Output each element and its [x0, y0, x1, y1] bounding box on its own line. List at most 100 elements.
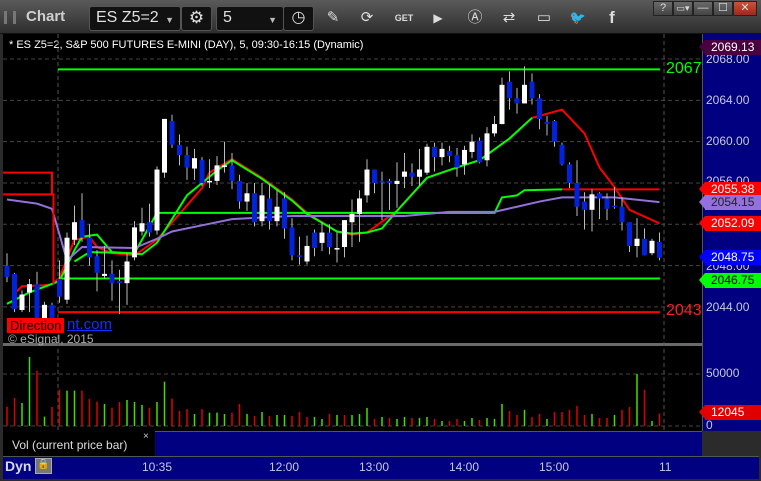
candle-down: [4, 265, 10, 277]
last-price-tag: 2048.75: [699, 250, 761, 265]
lock-clock-icon[interactable]: 🔒: [35, 458, 52, 474]
candle-down: [507, 81, 512, 99]
candle-down: [117, 281, 122, 284]
candle-down: [57, 279, 62, 297]
volume-axis-tick: 50000: [706, 366, 740, 380]
candle-up: [492, 124, 497, 134]
candle-down: [574, 182, 580, 207]
candle-up: [72, 222, 77, 240]
support-price-tag: 2046.75: [699, 273, 761, 288]
high-price-tag: 2069.13: [699, 40, 761, 55]
candle-down: [312, 232, 317, 249]
candle-down: [109, 273, 115, 284]
candle-down: [147, 222, 152, 233]
candle-down: [604, 198, 610, 209]
candle-down: [327, 232, 332, 248]
candle-down: [597, 193, 602, 199]
candle-down: [454, 155, 460, 168]
candle-up: [462, 149, 467, 165]
candle-down: [612, 205, 617, 208]
time-tick: 11: [659, 460, 672, 474]
candle-down: [94, 256, 100, 273]
candle-up: [244, 193, 250, 202]
copyright-text: © eSignal, 2015: [8, 332, 94, 346]
candle-up: [42, 304, 47, 319]
candle-down: [409, 172, 415, 177]
candle-up: [154, 169, 160, 231]
candle-down: [447, 150, 452, 157]
candle-up: [319, 232, 325, 243]
candle-down: [237, 180, 242, 202]
candle-down: [169, 120, 175, 145]
candle-down: [544, 122, 550, 125]
price-axis[interactable]: 2068.00 2064.00 2060.00 2056.00 2048.00 …: [699, 34, 761, 432]
candle-down: [387, 180, 392, 183]
candle-down: [252, 193, 257, 223]
candle-down: [657, 241, 662, 258]
candle-up: [162, 118, 167, 173]
axis-tick: 2064.00: [706, 93, 750, 107]
candle-down: [627, 222, 632, 246]
candle-down: [514, 98, 520, 104]
close-study-icon[interactable]: ×: [143, 431, 149, 442]
axis-tick: 2060.00: [706, 134, 750, 148]
candle-down: [552, 120, 557, 142]
candle-down: [529, 81, 535, 99]
candle-down: [229, 165, 235, 181]
candle-down: [12, 273, 17, 309]
dynamic-mode-label[interactable]: Dyn: [5, 458, 31, 474]
candle-up: [274, 206, 280, 222]
level-label-upper: 2067: [666, 60, 702, 77]
time-tick: 13:00: [359, 460, 390, 474]
candle-up: [222, 165, 227, 167]
vwap-price-tag: 2054.15: [699, 195, 761, 210]
time-tick: 14:00: [449, 460, 480, 474]
indicator-line: [3, 171, 53, 195]
candles: [4, 66, 662, 322]
candle-down: [559, 144, 565, 165]
candle-down: [432, 146, 437, 158]
candle-up: [484, 133, 490, 161]
candle-down: [282, 198, 287, 229]
watermark-link[interactable]: nt.com: [67, 316, 112, 333]
candle-down: [567, 164, 572, 183]
candle-up: [19, 294, 25, 311]
candle-down: [177, 144, 182, 156]
indicator-lines: [3, 108, 660, 305]
price-chart: [3, 34, 702, 456]
volume-study-label: Vol (current price bar): [3, 431, 156, 456]
candle-down: [199, 160, 205, 183]
candle-up: [522, 84, 527, 104]
axis-tick: 2044.00: [706, 300, 750, 314]
candle-up: [349, 213, 355, 223]
time-tick: 12:00: [269, 460, 300, 474]
candle-up: [634, 238, 640, 246]
candle-up: [417, 169, 422, 177]
candle-up: [357, 198, 362, 214]
volume-current-tag: 12045: [699, 405, 761, 420]
candle-up: [207, 180, 212, 183]
candle-down: [87, 237, 92, 258]
candle-up: [439, 148, 445, 158]
level-label-lower: 2043: [666, 302, 702, 319]
study-panel-strip: [155, 431, 702, 456]
candle-down: [289, 227, 295, 256]
candle-up: [364, 169, 370, 196]
candle-up: [469, 141, 475, 152]
candle-down: [267, 198, 272, 222]
time-tick: 10:35: [142, 460, 173, 474]
volume-bars: [6, 357, 661, 426]
candle-up: [424, 146, 430, 173]
candle-down: [537, 98, 542, 119]
volume-axis-tick: 0: [706, 418, 713, 432]
candle-up: [132, 227, 137, 258]
candle-down: [379, 180, 385, 183]
candle-down: [79, 220, 85, 238]
candle-up: [499, 84, 505, 125]
candle-down: [297, 255, 302, 257]
candle-up: [589, 194, 595, 210]
candle-up: [259, 195, 265, 222]
candle-up: [342, 220, 347, 248]
candle-down: [619, 206, 625, 223]
candle-up: [394, 180, 400, 184]
